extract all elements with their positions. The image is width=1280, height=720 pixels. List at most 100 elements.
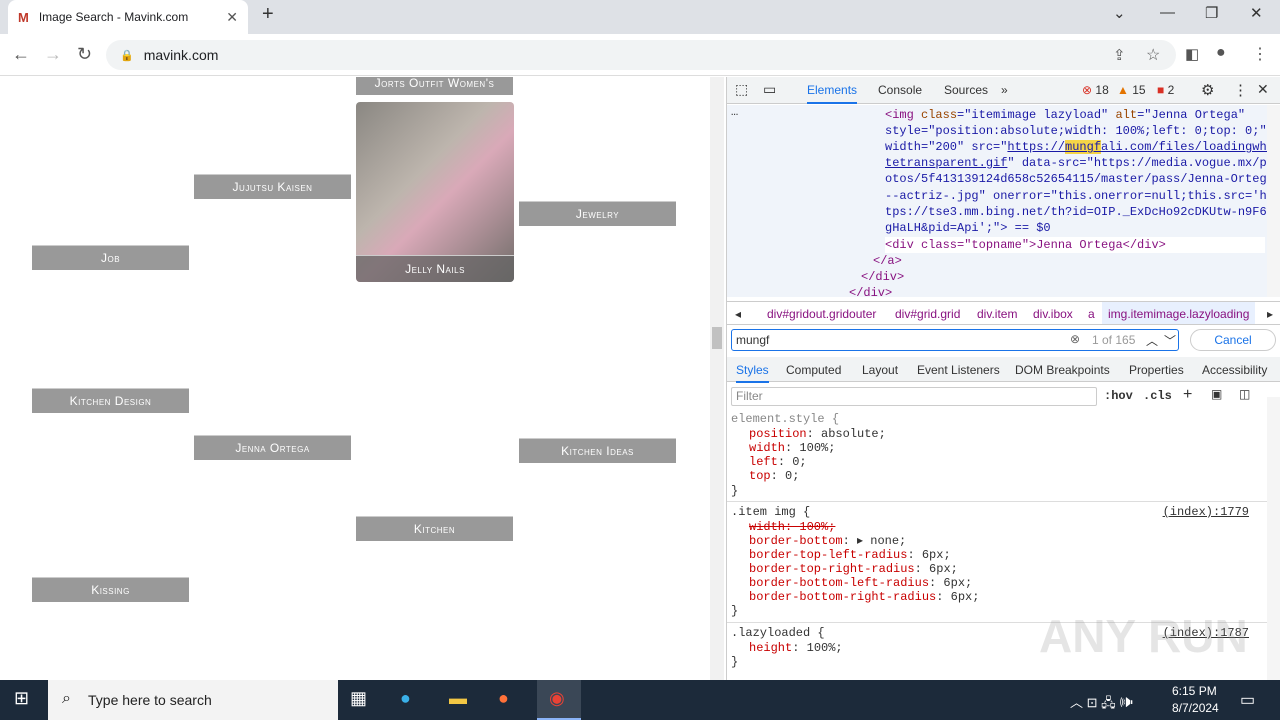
- restore-icon[interactable]: ❐: [1205, 4, 1218, 22]
- reload-icon[interactable]: ↻: [77, 44, 92, 65]
- source-link[interactable]: (index):1779: [1163, 505, 1249, 519]
- warning-count[interactable]: ▲ 15: [1117, 83, 1146, 97]
- styles-tabbar: Styles Computed Layout Event Listeners D…: [727, 357, 1280, 383]
- breadcrumb-item[interactable]: div#grid.grid: [895, 307, 960, 321]
- breadcrumb-left-arrow-icon[interactable]: ◂: [735, 307, 741, 321]
- side-panel-icon[interactable]: ◧: [1185, 45, 1199, 63]
- firefox-icon[interactable]: ●: [498, 688, 509, 709]
- tab-computed[interactable]: Computed: [786, 363, 841, 377]
- tab-title: Image Search - Mavink.com: [38, 10, 189, 24]
- tab-layout[interactable]: Layout: [862, 363, 898, 377]
- task-view-icon[interactable]: ▦: [350, 688, 367, 709]
- breadcrumb-item-selected[interactable]: img.itemimage.lazyloading: [1102, 302, 1256, 324]
- edge-icon[interactable]: ●: [400, 688, 411, 709]
- tab-search-chevron-icon[interactable]: ⌄: [1113, 4, 1126, 22]
- tray-icons[interactable]: ︿ ⊡ 🖧 🕪: [1070, 692, 1133, 716]
- image-card-jelly-nails[interactable]: Jelly Nails: [356, 102, 514, 282]
- dom-line[interactable]: width="200" src="https://mungfali.com/fi…: [885, 139, 1274, 155]
- inspect-element-icon[interactable]: ⬚: [735, 81, 748, 98]
- tab-sources[interactable]: Sources: [944, 83, 988, 97]
- label-jewelry[interactable]: Jewelry: [519, 201, 676, 226]
- dom-line[interactable]: tps://tse3.mm.bing.net/th?id=OIP._ExDcHo…: [885, 204, 1274, 220]
- label-jorts-outfit[interactable]: Jorts Outfit Women's: [356, 77, 513, 95]
- warning-icon: ▲: [1117, 83, 1129, 97]
- label-job[interactable]: Job: [32, 245, 189, 270]
- new-style-rule-icon[interactable]: +: [1183, 386, 1192, 404]
- label-jujutsu-kaisen[interactable]: Jujutsu Kaisen: [194, 174, 351, 199]
- styles-scrollbar[interactable]: [1267, 397, 1280, 680]
- devtools-menu-icon[interactable]: ⋮: [1233, 81, 1248, 99]
- error-count[interactable]: ⊗ 18: [1082, 83, 1109, 97]
- breadcrumb-item[interactable]: div.item: [977, 307, 1017, 321]
- device-toolbar-icon[interactable]: ▭: [763, 81, 776, 98]
- issues-count[interactable]: ■ 2: [1157, 83, 1174, 97]
- tab-console[interactable]: Console: [878, 83, 922, 97]
- toggle-sidebar-icon[interactable]: ◫: [1239, 387, 1250, 401]
- dom-line[interactable]: <img class="itemimage lazyload" alt="Jen…: [885, 107, 1245, 123]
- label-kitchen-ideas[interactable]: Kitchen Ideas: [519, 438, 676, 463]
- more-tabs-icon[interactable]: »: [1001, 83, 1008, 97]
- dom-line[interactable]: </a>: [873, 253, 902, 269]
- tab-styles[interactable]: Styles: [736, 363, 769, 383]
- label-jelly-nails: Jelly Nails: [356, 255, 514, 282]
- browser-tab[interactable]: M Image Search - Mavink.com ✕: [8, 0, 248, 34]
- label-kitchen-design[interactable]: Kitchen Design: [32, 388, 189, 413]
- chrome-taskbar-button[interactable]: ◉: [537, 680, 581, 720]
- error-icon: ⊗: [1082, 83, 1093, 97]
- hov-toggle[interactable]: :hov: [1104, 389, 1133, 403]
- breadcrumb-right-arrow-icon[interactable]: ▸: [1267, 307, 1273, 321]
- breadcrumb-item[interactable]: div#gridout.gridouter: [767, 307, 876, 321]
- windows-start-icon[interactable]: ⊞: [14, 688, 29, 709]
- search-icon: ⌕: [62, 690, 71, 707]
- dom-line[interactable]: tetransparent.gif" data-src="https://med…: [885, 155, 1274, 171]
- clock-date[interactable]: 8/7/2024: [1172, 701, 1219, 715]
- settings-gear-icon[interactable]: ⚙: [1201, 81, 1214, 99]
- close-window-icon[interactable]: ✕: [1250, 4, 1263, 22]
- share-icon[interactable]: ⇪: [1113, 46, 1126, 64]
- cls-toggle[interactable]: .cls: [1143, 389, 1172, 403]
- breadcrumb-item[interactable]: a: [1088, 307, 1095, 321]
- dom-line[interactable]: otos/5f413139124d658c52654115/master/pas…: [885, 171, 1274, 187]
- menu-dots-icon[interactable]: ⋮: [1252, 44, 1268, 64]
- tab-accessibility[interactable]: Accessibility: [1202, 363, 1267, 377]
- forward-icon[interactable]: →: [44, 44, 62, 65]
- taskbar-search[interactable]: ⌕ Type here to search: [48, 680, 338, 720]
- file-explorer-icon[interactable]: ▬: [449, 688, 467, 709]
- tab-properties[interactable]: Properties: [1129, 363, 1184, 377]
- dom-line[interactable]: --actriz-.jpg" onerror="this.onerror=nul…: [885, 188, 1274, 204]
- dom-line[interactable]: </div>: [849, 285, 892, 297]
- tab-elements[interactable]: Elements: [807, 83, 858, 104]
- dom-line[interactable]: </div>: [861, 269, 904, 285]
- paint-brush-icon[interactable]: ▣: [1211, 387, 1222, 401]
- back-icon[interactable]: ←: [12, 44, 30, 65]
- cancel-search-button[interactable]: Cancel: [1190, 329, 1276, 351]
- tab-event-listeners[interactable]: Event Listeners: [917, 363, 1000, 377]
- styles-filter-input[interactable]: Filter: [731, 387, 1097, 406]
- ellipsis-icon[interactable]: …: [731, 105, 738, 119]
- label-kissing[interactable]: Kissing: [32, 577, 189, 602]
- previous-match-icon[interactable]: ︿: [1146, 332, 1158, 349]
- address-bar[interactable]: 🔒 mavink.com: [106, 40, 1176, 70]
- minimize-icon[interactable]: —: [1160, 4, 1175, 21]
- new-tab-icon[interactable]: +: [262, 3, 274, 26]
- dom-scrollbar[interactable]: [1267, 105, 1280, 297]
- dom-search-input[interactable]: mungf ⊗ 1 of 165 ︿ ﹀: [731, 329, 1179, 351]
- close-tab-icon[interactable]: ✕: [226, 9, 238, 26]
- dom-line[interactable]: <div class="topname">Jenna Ortega</div>: [885, 237, 1265, 254]
- label-jenna-ortega[interactable]: Jenna Ortega: [194, 435, 351, 460]
- issues-icon: ■: [1157, 83, 1165, 97]
- next-match-icon[interactable]: ﹀: [1164, 332, 1176, 349]
- bookmark-star-icon[interactable]: ☆: [1146, 45, 1160, 65]
- dom-line[interactable]: gHaLH&pid=Api';"> == $0: [885, 220, 1051, 236]
- label-kitchen[interactable]: Kitchen: [356, 516, 513, 541]
- notifications-icon[interactable]: ▭: [1240, 690, 1255, 710]
- clear-search-icon[interactable]: ⊗: [1070, 332, 1080, 346]
- clock-time[interactable]: 6:15 PM: [1172, 684, 1217, 698]
- breadcrumb-item[interactable]: div.ibox: [1033, 307, 1073, 321]
- page-scrollbar[interactable]: [710, 77, 724, 680]
- dom-line[interactable]: style="position:absolute;width: 100%;lef…: [885, 123, 1267, 139]
- tab-bar: M Image Search - Mavink.com ✕ + ⌄ — ❐ ✕: [0, 0, 1280, 34]
- profile-avatar-icon[interactable]: ●: [1216, 44, 1226, 62]
- close-devtools-icon[interactable]: ✕: [1257, 81, 1269, 98]
- tab-dom-breakpoints[interactable]: DOM Breakpoints: [1015, 363, 1110, 377]
